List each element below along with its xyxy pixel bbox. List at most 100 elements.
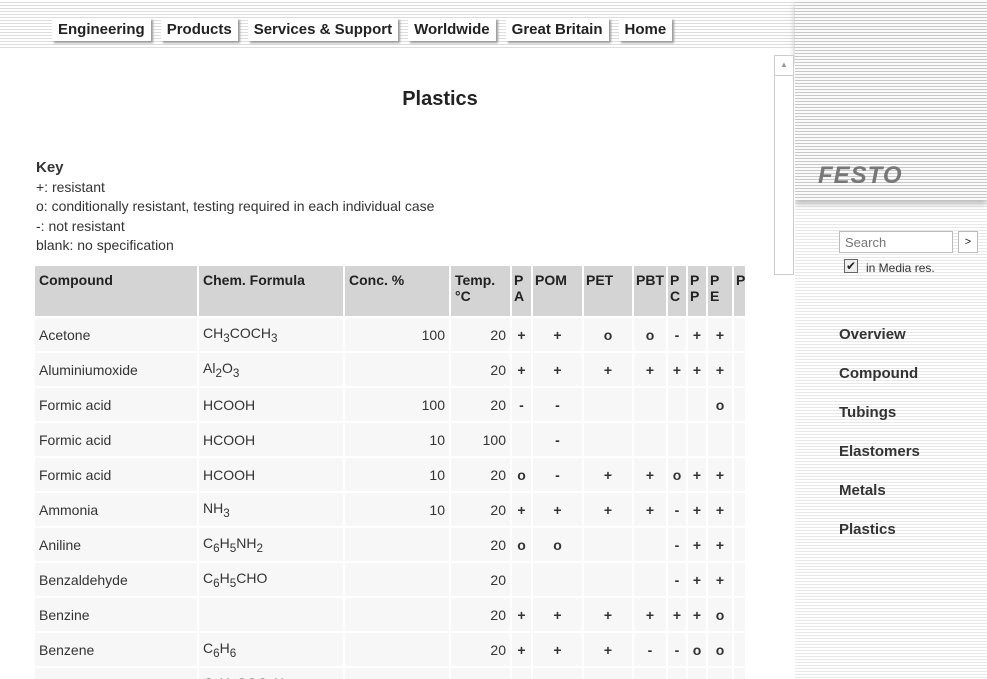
- table-cell: +: [708, 458, 732, 491]
- table-cell: [688, 668, 706, 679]
- nav-engineering[interactable]: Engineering: [52, 18, 151, 41]
- table-row: Formic acidHCOOH10100- +: [35, 423, 745, 456]
- table-cell: CH3COCH3: [199, 318, 343, 351]
- table-cell: [584, 668, 632, 679]
- table-cell: Benzophenone: [35, 668, 197, 679]
- table-cell: -: [668, 318, 686, 351]
- table-cell: Ammonia: [35, 493, 197, 526]
- column-header: PPS: [734, 266, 745, 316]
- table-cell: +: [584, 458, 632, 491]
- table-cell: [512, 563, 531, 596]
- nav-great-britain[interactable]: Great Britain: [505, 18, 609, 41]
- media-checkbox[interactable]: ✔: [844, 259, 858, 273]
- table-cell: 20: [451, 493, 510, 526]
- scroll-up-arrow-icon[interactable]: ▲: [775, 56, 793, 76]
- table-cell: 20: [451, 318, 510, 351]
- table-cell: +: [688, 353, 706, 386]
- menu-overview[interactable]: Overview: [839, 326, 920, 365]
- table-cell: +: [688, 458, 706, 491]
- table-cell: +: [512, 353, 531, 386]
- table-row: BenzaldehydeC6H5CHO20-+++: [35, 563, 745, 596]
- table-cell: +: [533, 598, 582, 631]
- table-cell: Acetone: [35, 318, 197, 351]
- table-cell: [345, 528, 449, 561]
- key-line: +: resistant: [36, 178, 105, 195]
- table-cell: 100: [345, 318, 449, 351]
- page-title: Plastics: [402, 88, 478, 110]
- table-cell: C6H5CHO: [199, 563, 343, 596]
- table-cell: [634, 528, 666, 561]
- table-cell: [734, 493, 745, 526]
- menu-compound[interactable]: Compound: [839, 365, 920, 404]
- nav-products[interactable]: Products: [160, 18, 238, 41]
- table-cell: Aniline: [35, 528, 197, 561]
- column-header: Temp. °C: [451, 266, 510, 316]
- table-cell: +: [668, 598, 686, 631]
- table-cell: +: [708, 528, 732, 561]
- table-cell: +: [688, 318, 706, 351]
- table-cell: +: [734, 318, 745, 351]
- table-cell: [345, 668, 449, 679]
- table-cell: +: [734, 388, 745, 421]
- table-cell: +: [708, 493, 732, 526]
- table-cell: +: [734, 668, 745, 679]
- table-cell: +: [512, 598, 531, 631]
- scrollbar[interactable]: ▲: [774, 55, 794, 275]
- table-cell: -: [533, 458, 582, 491]
- table-cell: 100: [345, 388, 449, 421]
- table-cell: 10: [345, 493, 449, 526]
- media-checkbox-label: in Media res.: [866, 261, 935, 275]
- top-nav: Engineering Products Services & Support …: [52, 18, 673, 41]
- nav-home[interactable]: Home: [618, 18, 673, 41]
- menu-plastics[interactable]: Plastics: [839, 521, 920, 560]
- resistance-table-container: Compound Chem. Formula Conc. % Temp. °C P A PO…: [35, 266, 745, 679]
- table-cell: [668, 423, 686, 456]
- search-input[interactable]: [839, 231, 953, 253]
- search-go-button[interactable]: >: [958, 231, 978, 253]
- table-cell: [634, 563, 666, 596]
- table-cell: -: [668, 633, 686, 666]
- column-header: PET: [584, 266, 632, 316]
- table-cell: [708, 423, 732, 456]
- table-cell: Formic acid: [35, 458, 197, 491]
- table-cell: +: [688, 493, 706, 526]
- menu-metals[interactable]: Metals: [839, 482, 920, 521]
- table-cell: 20: [451, 353, 510, 386]
- column-header: Conc. %: [345, 266, 449, 316]
- table-cell: -: [533, 423, 582, 456]
- table-cell: -: [668, 493, 686, 526]
- table-cell: [634, 668, 666, 679]
- key-title: Key: [36, 159, 64, 176]
- table-cell: [584, 528, 632, 561]
- table-cell: +: [734, 353, 745, 386]
- table-cell: [512, 423, 531, 456]
- table-row: Aniline C6H5NH2 20 o o - + +: [35, 528, 745, 561]
- table-cell: +: [584, 493, 632, 526]
- table-cell: Benzene: [35, 633, 197, 666]
- table-row: Formic acidHCOOH1020o-++o+++: [35, 458, 745, 491]
- menu-elastomers[interactable]: Elastomers: [839, 443, 920, 482]
- table-cell: +: [533, 633, 582, 666]
- column-header: POM: [533, 266, 582, 316]
- column-header: PC: [668, 266, 686, 316]
- table-cell: +: [584, 633, 632, 666]
- table-cell: Al2O3: [199, 353, 343, 386]
- table-cell: o: [708, 633, 732, 666]
- table-cell: [688, 388, 706, 421]
- table-cell: -: [668, 563, 686, 596]
- table-row: BenzeneC6H620+++--oo+: [35, 633, 745, 666]
- nav-worldwide[interactable]: Worldwide: [408, 18, 496, 41]
- table-cell: [708, 668, 732, 679]
- nav-services-support[interactable]: Services & Support: [247, 18, 399, 41]
- table-cell: +: [533, 318, 582, 351]
- table-cell: +: [512, 633, 531, 666]
- table-cell: +: [708, 353, 732, 386]
- menu-tubings[interactable]: Tubings: [839, 404, 920, 443]
- table-cell: -: [668, 528, 686, 561]
- table-cell: [634, 388, 666, 421]
- table-cell: [668, 668, 686, 679]
- table-cell: +: [688, 528, 706, 561]
- table-row: BenzophenoneC6H5COC6H5 20 +: [35, 668, 745, 679]
- table-cell: o: [584, 318, 632, 351]
- table-cell: +: [512, 318, 531, 351]
